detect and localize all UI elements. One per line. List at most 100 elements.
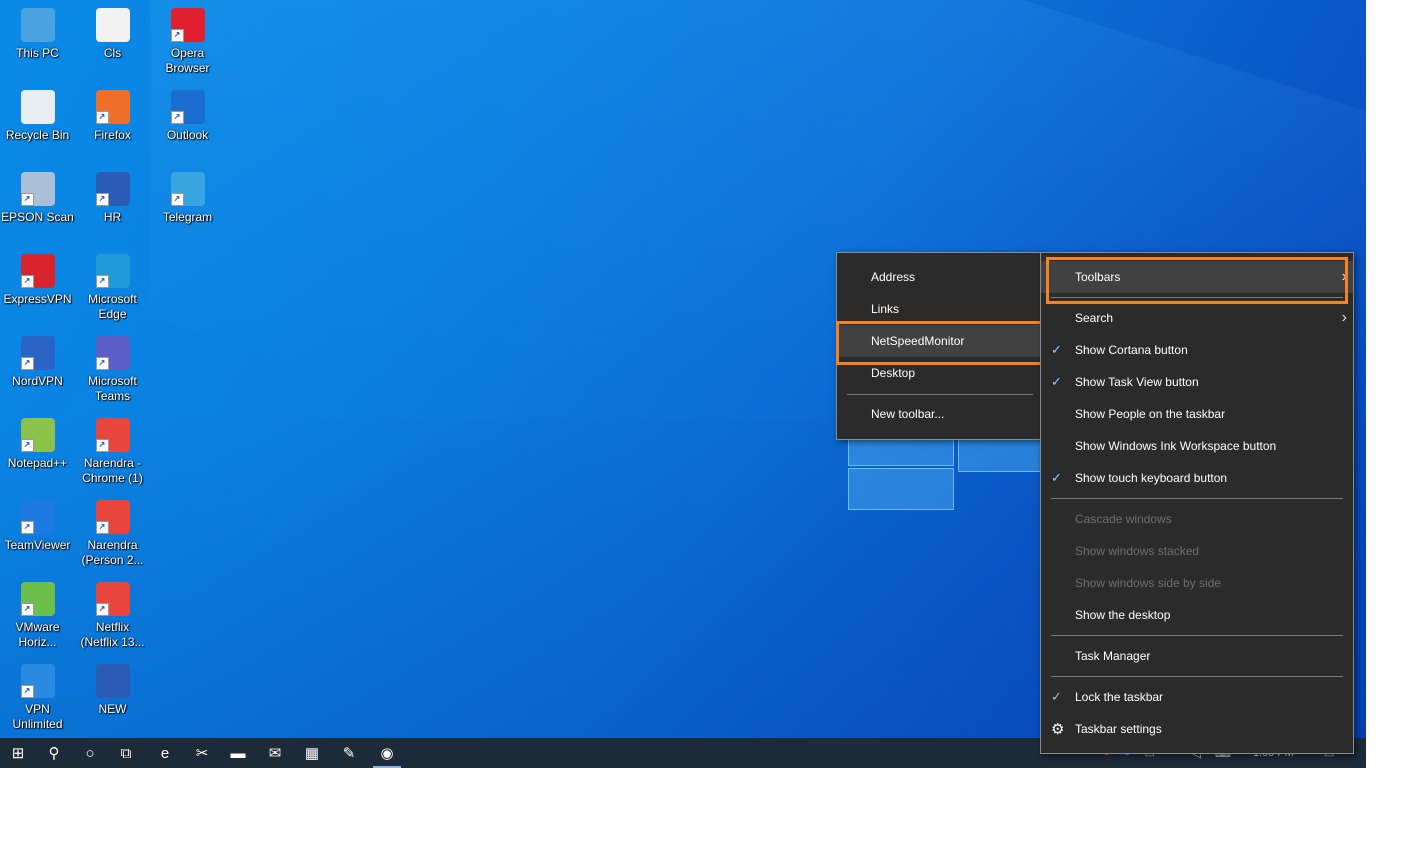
menu-item-show-windows-stacked: Show windows stacked (1041, 535, 1353, 567)
desktop-icon-label: Microsoft Teams (88, 374, 137, 403)
desktop-icon[interactable]: ↗ Microsoft Teams (75, 332, 150, 404)
desktop-icon[interactable]: ↗ EPSON Scan (0, 168, 75, 225)
desktop-icon[interactable]: ↗ Firefox (75, 86, 150, 143)
notepadpp-icon: ✎ (342, 745, 356, 762)
word-document-icon: ↗ (95, 172, 130, 206)
menu-item-lock-taskbar[interactable]: ✓ Lock the taskbar (1041, 681, 1353, 713)
mail-taskbar[interactable]: ✉ (257, 738, 293, 768)
menu-item-label: Show Windows Ink Workspace button (1075, 439, 1277, 453)
desktop-icon-label: EPSON Scan (1, 210, 74, 224)
task-view-button[interactable]: ⧉ (108, 738, 144, 768)
edge-icon: ↗ (95, 254, 130, 288)
menu-item-label: Show touch keyboard button (1075, 471, 1228, 485)
cortana-icon: ○ (85, 744, 95, 762)
desktop-icon[interactable]: ↗ Notepad++ (0, 414, 75, 471)
teams-icon: ↗ (95, 336, 130, 370)
file-explorer-taskbar[interactable]: ▬ (220, 738, 256, 768)
desktop-icon-label: ExpressVPN (3, 292, 72, 306)
menu-item-label: Toolbars (1075, 270, 1121, 284)
menu-item-search[interactable]: Search › (1041, 302, 1353, 334)
submenu-item-netspeedmonitor[interactable]: NetSpeedMonitor (837, 325, 1043, 357)
menu-item-taskbar-settings[interactable]: ⚙ Taskbar settings (1041, 713, 1353, 745)
mail-icon: ✉ (268, 745, 282, 762)
taskbar-context-menu: Toolbars › Search › ✓ Show Cortana butto… (1040, 252, 1354, 754)
calculator-icon: ▦ (304, 745, 320, 762)
menu-item-show-ink-workspace[interactable]: Show Windows Ink Workspace button (1041, 430, 1353, 462)
outlook-icon: ↗ (170, 90, 205, 124)
desktop-icon[interactable]: This PC (0, 4, 75, 61)
submenu-item-desktop[interactable]: Desktop (837, 357, 1043, 389)
submenu-item-label: Desktop (871, 366, 916, 380)
chrome-taskbar[interactable]: ◉ (369, 738, 405, 768)
menu-item-show-task-view-button[interactable]: ✓ Show Task View button (1041, 366, 1353, 398)
desktop-icon-label: Firefox (94, 128, 131, 142)
menu-item-show-people[interactable]: Show People on the taskbar (1041, 398, 1353, 430)
search-button[interactable]: ⚲ (36, 738, 72, 768)
shortcut-arrow-icon: ↗ (20, 193, 34, 206)
menu-item-cascade-windows: Cascade windows (1041, 503, 1353, 535)
desktop-icon-label: Microsoft Edge (88, 292, 137, 321)
desktop-icon[interactable]: ↗ Netflix (Netflix 13... (75, 578, 150, 650)
teamviewer-icon: ↗ (20, 500, 55, 534)
desktop-icon[interactable]: ↗ VMware Horiz... (0, 578, 75, 650)
desktop-icon-label: Cls (103, 46, 122, 60)
shortcut-arrow-icon: ↗ (20, 685, 34, 698)
desktop-icon[interactable]: NEW (75, 660, 150, 717)
opera-icon: ↗ (170, 8, 205, 42)
desktop-icon[interactable]: ↗ Opera Browser (150, 4, 225, 76)
menu-separator (847, 394, 1033, 395)
menu-item-toolbars[interactable]: Toolbars › (1041, 261, 1353, 293)
edge-icon: e (160, 744, 170, 762)
shortcut-arrow-icon: ↗ (20, 603, 34, 616)
desktop-icon-label: TeamViewer (4, 538, 71, 552)
desktop-icon[interactable]: ↗ Outlook (150, 86, 225, 143)
menu-item-task-manager[interactable]: Task Manager (1041, 640, 1353, 672)
notepadpp-taskbar[interactable]: ✎ (331, 738, 367, 768)
desktop-icon[interactable]: ↗ NordVPN (0, 332, 75, 389)
desktop-icon[interactable]: ↗ Telegram (150, 168, 225, 225)
menu-item-label: Show windows stacked (1075, 544, 1200, 558)
cortana-button[interactable]: ○ (72, 738, 108, 768)
menu-item-label: Show the desktop (1075, 608, 1171, 622)
snipping-taskbar[interactable]: ✂ (184, 738, 220, 768)
submenu-item-label: Address (871, 270, 916, 284)
desktop-icon[interactable]: ↗ Narendra - Chrome (1) (75, 414, 150, 486)
desktop-icon-label: Notepad++ (7, 456, 68, 470)
submenu-item-label: New toolbar... (871, 407, 945, 421)
shortcut-arrow-icon: ↗ (95, 357, 109, 370)
submenu-item-new-toolbar[interactable]: New toolbar... (837, 398, 1043, 430)
chrome-profile-icon: ↗ (95, 418, 130, 452)
recycle-bin-icon (20, 90, 55, 124)
check-icon: ✓ (1051, 689, 1062, 704)
text-document-icon (95, 8, 130, 42)
task-view-icon: ⧉ (120, 744, 132, 762)
calculator-taskbar[interactable]: ▦ (294, 738, 330, 768)
notepadpp-icon: ↗ (20, 418, 55, 452)
menu-item-show-cortana-button[interactable]: ✓ Show Cortana button (1041, 334, 1353, 366)
submenu-item-address[interactable]: Address (837, 261, 1043, 293)
edge-taskbar[interactable]: e (147, 738, 183, 768)
gear-icon: ⚙ (1051, 721, 1065, 738)
start-button[interactable]: ⊞ (0, 738, 36, 768)
desktop-icon[interactable]: ↗ TeamViewer (0, 496, 75, 553)
desktop-icon[interactable]: ↗ Microsoft Edge (75, 250, 150, 322)
menu-item-show-touch-keyboard[interactable]: ✓ Show touch keyboard button (1041, 462, 1353, 494)
menu-item-label: Lock the taskbar (1075, 690, 1164, 704)
shortcut-arrow-icon: ↗ (170, 111, 184, 124)
desktop-icon[interactable]: ↗ Narendra (Person 2... (75, 496, 150, 568)
desktop-icon-label: VPN Unlimited (12, 702, 63, 731)
shortcut-arrow-icon: ↗ (170, 193, 184, 206)
menu-item-show-desktop[interactable]: Show the desktop (1041, 599, 1353, 631)
wallpaper-windows-logo (848, 430, 1050, 510)
check-icon: ✓ (1051, 342, 1062, 357)
shortcut-arrow-icon: ↗ (95, 603, 109, 616)
desktop-icon[interactable]: Recycle Bin (0, 86, 75, 143)
desktop-icon[interactable]: ↗ ExpressVPN (0, 250, 75, 307)
desktop-icon[interactable]: ↗ VPN Unlimited (0, 660, 75, 732)
submenu-item-links[interactable]: Links (837, 293, 1043, 325)
shortcut-arrow-icon: ↗ (95, 193, 109, 206)
check-icon: ✓ (1051, 374, 1062, 389)
desktop-icon[interactable]: Cls (75, 4, 150, 61)
desktop-icon[interactable]: ↗ HR (75, 168, 150, 225)
search-icon: ⚲ (48, 745, 60, 762)
